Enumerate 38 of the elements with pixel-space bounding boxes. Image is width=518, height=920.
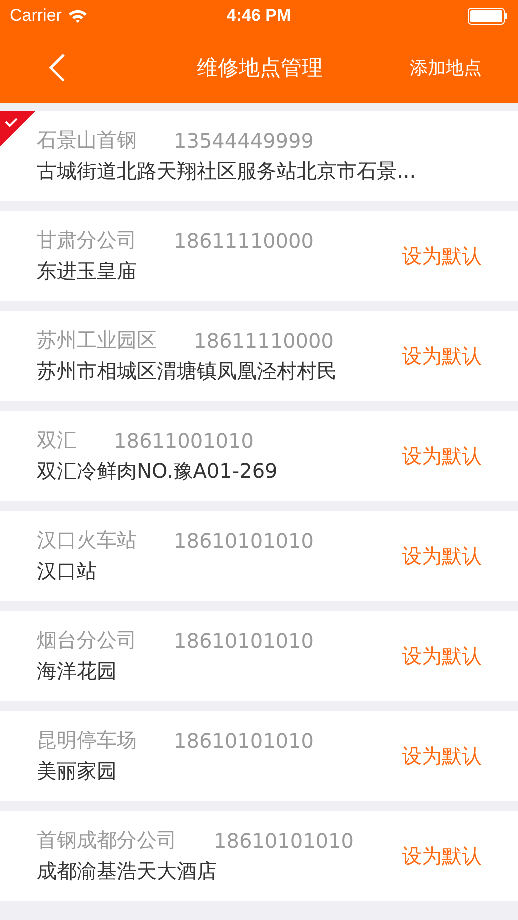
location-name: 石景山首钢 <box>37 127 137 154</box>
phone-number: 18611110000 <box>174 228 314 252</box>
location-card[interactable]: 首钢成都分公司 18610101010 成都渝基浩天大酒店 设为默认 <box>0 811 518 901</box>
status-time: 4:46 PM <box>226 6 292 26</box>
carrier-label: Carrier <box>10 6 62 26</box>
location-card[interactable]: 石景山首钢 13544449999 古城街道北路天翔社区服务站北京市石景... <box>0 111 518 201</box>
location-name: 苏州工业园区 <box>37 327 157 354</box>
location-address: 双汇冷鲜肉NO.豫A01-269 <box>37 458 279 485</box>
location-address: 汉口站 <box>37 558 98 585</box>
location-name: 首钢成都分公司 <box>37 827 177 854</box>
location-address: 古城街道北路天翔社区服务站北京市石景... <box>37 158 418 185</box>
location-name: 汉口火车站 <box>37 527 137 554</box>
location-name: 烟台分公司 <box>37 627 137 654</box>
phone-number: 13544449999 <box>174 128 314 152</box>
wifi-icon <box>68 8 88 24</box>
location-address: 苏州市相城区渭塘镇凤凰泾村村民 <box>37 358 338 385</box>
location-name: 昆明停车场 <box>37 727 137 754</box>
location-address: 东进玉皇庙 <box>37 258 138 285</box>
location-address: 美丽家园 <box>37 758 118 785</box>
phone-number: 18610101010 <box>174 728 314 752</box>
phone-number: 18611110000 <box>194 328 334 352</box>
location-name: 甘肃分公司 <box>37 227 137 254</box>
battery-icon <box>468 8 508 24</box>
location-card[interactable]: 烟台分公司 18610101010 海洋花园 设为默认 <box>0 611 518 701</box>
phone-number: 18611001010 <box>114 428 254 452</box>
page-title: 维修地点管理 <box>197 54 323 82</box>
location-address: 成都渝基浩天大酒店 <box>37 858 218 885</box>
phone-number: 18610101010 <box>174 628 314 652</box>
location-name: 双汇 <box>37 427 77 454</box>
location-card[interactable]: 双汇 18611001010 双汇冷鲜肉NO.豫A01-269 设为默认 <box>0 411 518 501</box>
location-card[interactable]: 汉口火车站 18610101010 汉口站 设为默认 <box>0 511 518 601</box>
location-address: 海洋花园 <box>37 658 118 685</box>
phone-number: 18610101010 <box>174 528 314 552</box>
location-card[interactable]: 昆明停车场 18610101010 美丽家园 设为默认 <box>0 711 518 801</box>
phone-number: 18610101010 <box>214 828 354 852</box>
location-card[interactable]: 甘肃分公司 18611110000 东进玉皇庙 设为默认 <box>0 211 518 301</box>
location-card[interactable]: 苏州工业园区 18611110000 苏州市相城区渭塘镇凤凰泾村村民 设为默认 <box>0 311 518 401</box>
default-check-badge <box>0 111 36 147</box>
